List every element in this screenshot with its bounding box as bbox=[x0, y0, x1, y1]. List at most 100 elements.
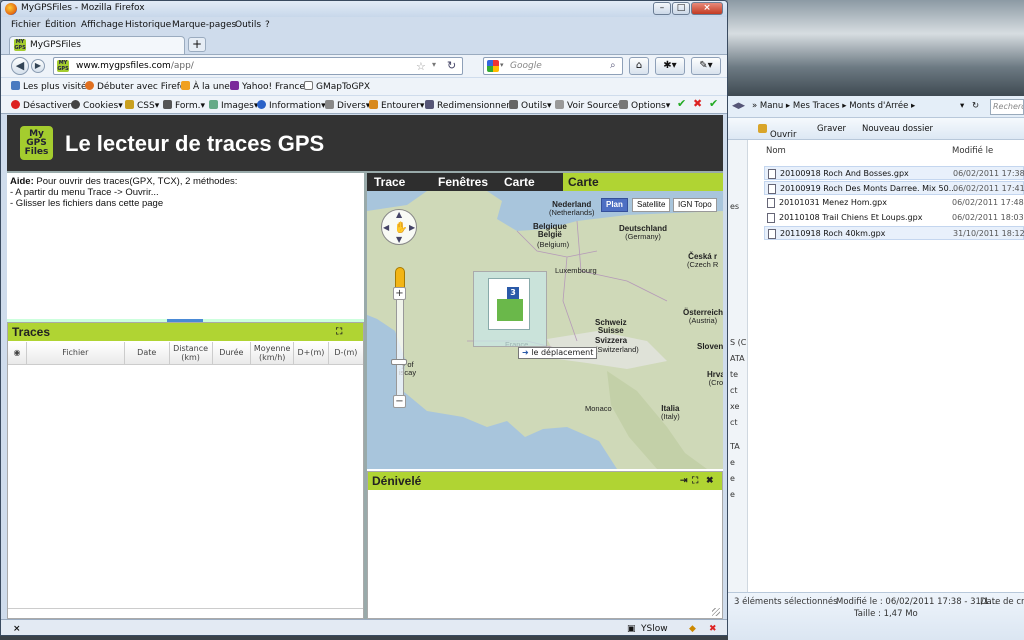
column-name[interactable]: Nom bbox=[766, 146, 786, 156]
nav-fragment[interactable]: e bbox=[730, 490, 735, 499]
new-folder-button[interactable]: Nouveau dossier bbox=[862, 124, 933, 134]
bookmark-plus-visites[interactable]: Les plus visités bbox=[11, 81, 91, 92]
menu-help[interactable]: ? bbox=[265, 20, 270, 30]
maximize-icon[interactable]: ⛶ bbox=[336, 326, 342, 337]
history-dropdown-icon[interactable]: ▾ bbox=[960, 101, 964, 111]
column-distance[interactable]: Distance (km) bbox=[169, 342, 213, 365]
wd-divers[interactable]: Divers▾ bbox=[325, 100, 370, 111]
wd-voir-source[interactable]: Voir Source▾ bbox=[555, 100, 622, 111]
column-modified[interactable]: Modifié le bbox=[952, 146, 993, 156]
pan-control[interactable]: ▲ ◀ ▶ ▼ ✋ bbox=[381, 209, 417, 245]
bookmark-a-la-une[interactable]: À la une bbox=[181, 81, 230, 92]
pan-left-icon[interactable]: ◀ bbox=[383, 223, 389, 232]
zoom-out-button[interactable]: − bbox=[393, 395, 406, 408]
menu-affichage[interactable]: Affichage bbox=[81, 20, 123, 30]
dropdown-icon[interactable]: ▾ bbox=[432, 60, 436, 69]
search-bar[interactable]: ▾ Google ⌕ bbox=[483, 57, 623, 75]
nav-fragment[interactable]: e bbox=[730, 458, 735, 467]
nav-fragment[interactable]: e bbox=[730, 474, 735, 483]
url-bar[interactable]: MY GPS www.mygpsfiles.com/app/ ☆ ▾ ↻ bbox=[53, 57, 463, 75]
yslow-icon[interactable]: ▣ bbox=[627, 624, 636, 634]
nav-fragment[interactable]: te bbox=[730, 370, 738, 379]
wd-outils[interactable]: Outils▾ bbox=[509, 100, 552, 111]
wd-options[interactable]: Options▾ bbox=[619, 100, 670, 111]
nav-fragment[interactable]: ct bbox=[730, 418, 738, 427]
file-row[interactable]: 20101031 Menez Hom.gpx 06/02/2011 17:48 bbox=[764, 196, 1024, 210]
wd-information[interactable]: Information▾ bbox=[257, 100, 326, 111]
maptype-plan[interactable]: Plan bbox=[601, 198, 628, 212]
site-logo[interactable]: My GPS Files bbox=[20, 126, 53, 160]
addon-icon[interactable]: ◆ bbox=[689, 624, 696, 634]
zoom-in-button[interactable]: + bbox=[393, 287, 406, 300]
addon-button-1[interactable]: ✱▾ bbox=[655, 57, 685, 75]
pan-right-icon[interactable]: ▶ bbox=[409, 223, 415, 232]
collapse-icon[interactable]: ⇥ bbox=[680, 475, 688, 486]
bookmark-gmaptogpx[interactable]: GMapToGPX bbox=[304, 81, 370, 92]
zoom-slider-track[interactable] bbox=[396, 291, 404, 401]
file-row[interactable]: 20100919 Roch Des Monts Darree. Mix 50..… bbox=[764, 181, 1024, 195]
back-button[interactable]: ◀ bbox=[11, 57, 29, 75]
bookmark-yahoo[interactable]: Yahoo! France bbox=[230, 81, 305, 92]
maptype-satellite[interactable]: Satellite bbox=[632, 198, 671, 212]
tab-trace[interactable]: Trace bbox=[369, 173, 410, 191]
menu-edition[interactable]: Édition bbox=[45, 20, 76, 30]
valid-icon[interactable]: ✔ bbox=[709, 97, 718, 110]
wd-redimensionner[interactable]: Redimensionner▾ bbox=[425, 100, 514, 111]
wd-form[interactable]: Form.▾ bbox=[163, 100, 205, 111]
maptype-ign-topo[interactable]: IGN Topo bbox=[673, 198, 717, 212]
menu-outils[interactable]: Outils bbox=[235, 20, 261, 30]
menu-historique[interactable]: Historique bbox=[125, 20, 171, 30]
column-date[interactable]: Date bbox=[124, 342, 170, 365]
tab-fenetres[interactable]: Fenêtres bbox=[433, 173, 493, 191]
stop-icon[interactable]: ✖ bbox=[709, 624, 717, 634]
explorer-search-input[interactable]: Recherc bbox=[990, 99, 1024, 115]
error-icon[interactable]: ✖ bbox=[693, 97, 702, 110]
wd-css[interactable]: CSS▾ bbox=[125, 100, 159, 111]
title-bar[interactable]: MyGPSFiles - Mozilla Firefox – □ × bbox=[1, 1, 727, 17]
addon-button-2[interactable]: ✎▾ bbox=[691, 57, 721, 75]
pan-down-icon[interactable]: ▼ bbox=[396, 235, 402, 244]
maximize-button[interactable]: □ bbox=[672, 2, 690, 15]
back-icon[interactable]: ◀▶ bbox=[732, 101, 745, 111]
pan-up-icon[interactable]: ▲ bbox=[396, 210, 402, 219]
search-icon[interactable]: ⌕ bbox=[610, 60, 616, 71]
menu-fichier[interactable]: Fichier bbox=[11, 20, 40, 30]
tab-mygpsfiles[interactable]: MY GPS MyGPSFiles bbox=[9, 36, 185, 54]
column-moyenne[interactable]: Moyenne (km/h) bbox=[250, 342, 295, 365]
engine-dropdown-icon[interactable]: ▾ bbox=[500, 61, 504, 69]
wd-cookies[interactable]: Cookies▾ bbox=[71, 100, 123, 111]
wd-entourer[interactable]: Entourer▾ bbox=[369, 100, 424, 111]
forward-button[interactable]: ▶ bbox=[31, 59, 45, 73]
nav-fragment[interactable]: xe bbox=[730, 402, 739, 411]
check-icon[interactable]: ✔ bbox=[677, 97, 686, 110]
open-button[interactable]: Ouvrir bbox=[758, 124, 796, 140]
home-icon[interactable]: ⌂ bbox=[629, 57, 649, 75]
column-duree[interactable]: Durée bbox=[212, 342, 252, 365]
column-d-minus[interactable]: D-(m) bbox=[328, 342, 363, 365]
column-fichier[interactable]: Fichier bbox=[26, 342, 125, 365]
file-row[interactable]: 20110108 Trail Chiens Et Loups.gpx 06/02… bbox=[764, 211, 1024, 225]
bookmark-debuter[interactable]: Débuter avec Firefox bbox=[85, 81, 191, 92]
close-addon-bar-icon[interactable]: × bbox=[13, 624, 21, 634]
yslow-label[interactable]: YSlow bbox=[641, 624, 668, 634]
file-row[interactable]: 20100918 Roch And Bosses.gpx 06/02/2011 … bbox=[764, 166, 1024, 180]
minimize-button[interactable]: – bbox=[653, 2, 671, 15]
wd-desactiver[interactable]: Désactiver▾ bbox=[11, 100, 76, 111]
column-d-plus[interactable]: D+(m) bbox=[293, 342, 329, 365]
nav-fragment[interactable]: S (C bbox=[730, 338, 746, 347]
nav-fragment[interactable]: es bbox=[730, 202, 739, 211]
resize-grip[interactable] bbox=[712, 608, 720, 616]
wd-images[interactable]: Images▾ bbox=[209, 100, 258, 111]
bookmark-star-icon[interactable]: ☆ bbox=[416, 60, 426, 73]
breadcrumb[interactable]: » Manu ▸ Mes Traces ▸ Monts d'Arrée ▸ bbox=[752, 101, 915, 111]
close-button[interactable]: × bbox=[691, 2, 723, 15]
nav-fragment[interactable]: ATA bbox=[730, 354, 745, 363]
map-view[interactable]: Plan Satellite IGN Topo Nederland (Nether… bbox=[367, 191, 723, 469]
reload-icon[interactable]: ↻ bbox=[447, 59, 456, 72]
visibility-column[interactable]: ◉ bbox=[8, 342, 27, 365]
burn-button[interactable]: Graver bbox=[817, 124, 846, 134]
file-row[interactable]: 20110918 Roch 40km.gpx 31/10/2011 18:12 bbox=[764, 226, 1024, 240]
maximize-icon[interactable]: ⛶ bbox=[692, 475, 698, 486]
new-tab-button[interactable]: + bbox=[188, 37, 206, 52]
nav-fragment[interactable]: ct bbox=[730, 386, 738, 395]
